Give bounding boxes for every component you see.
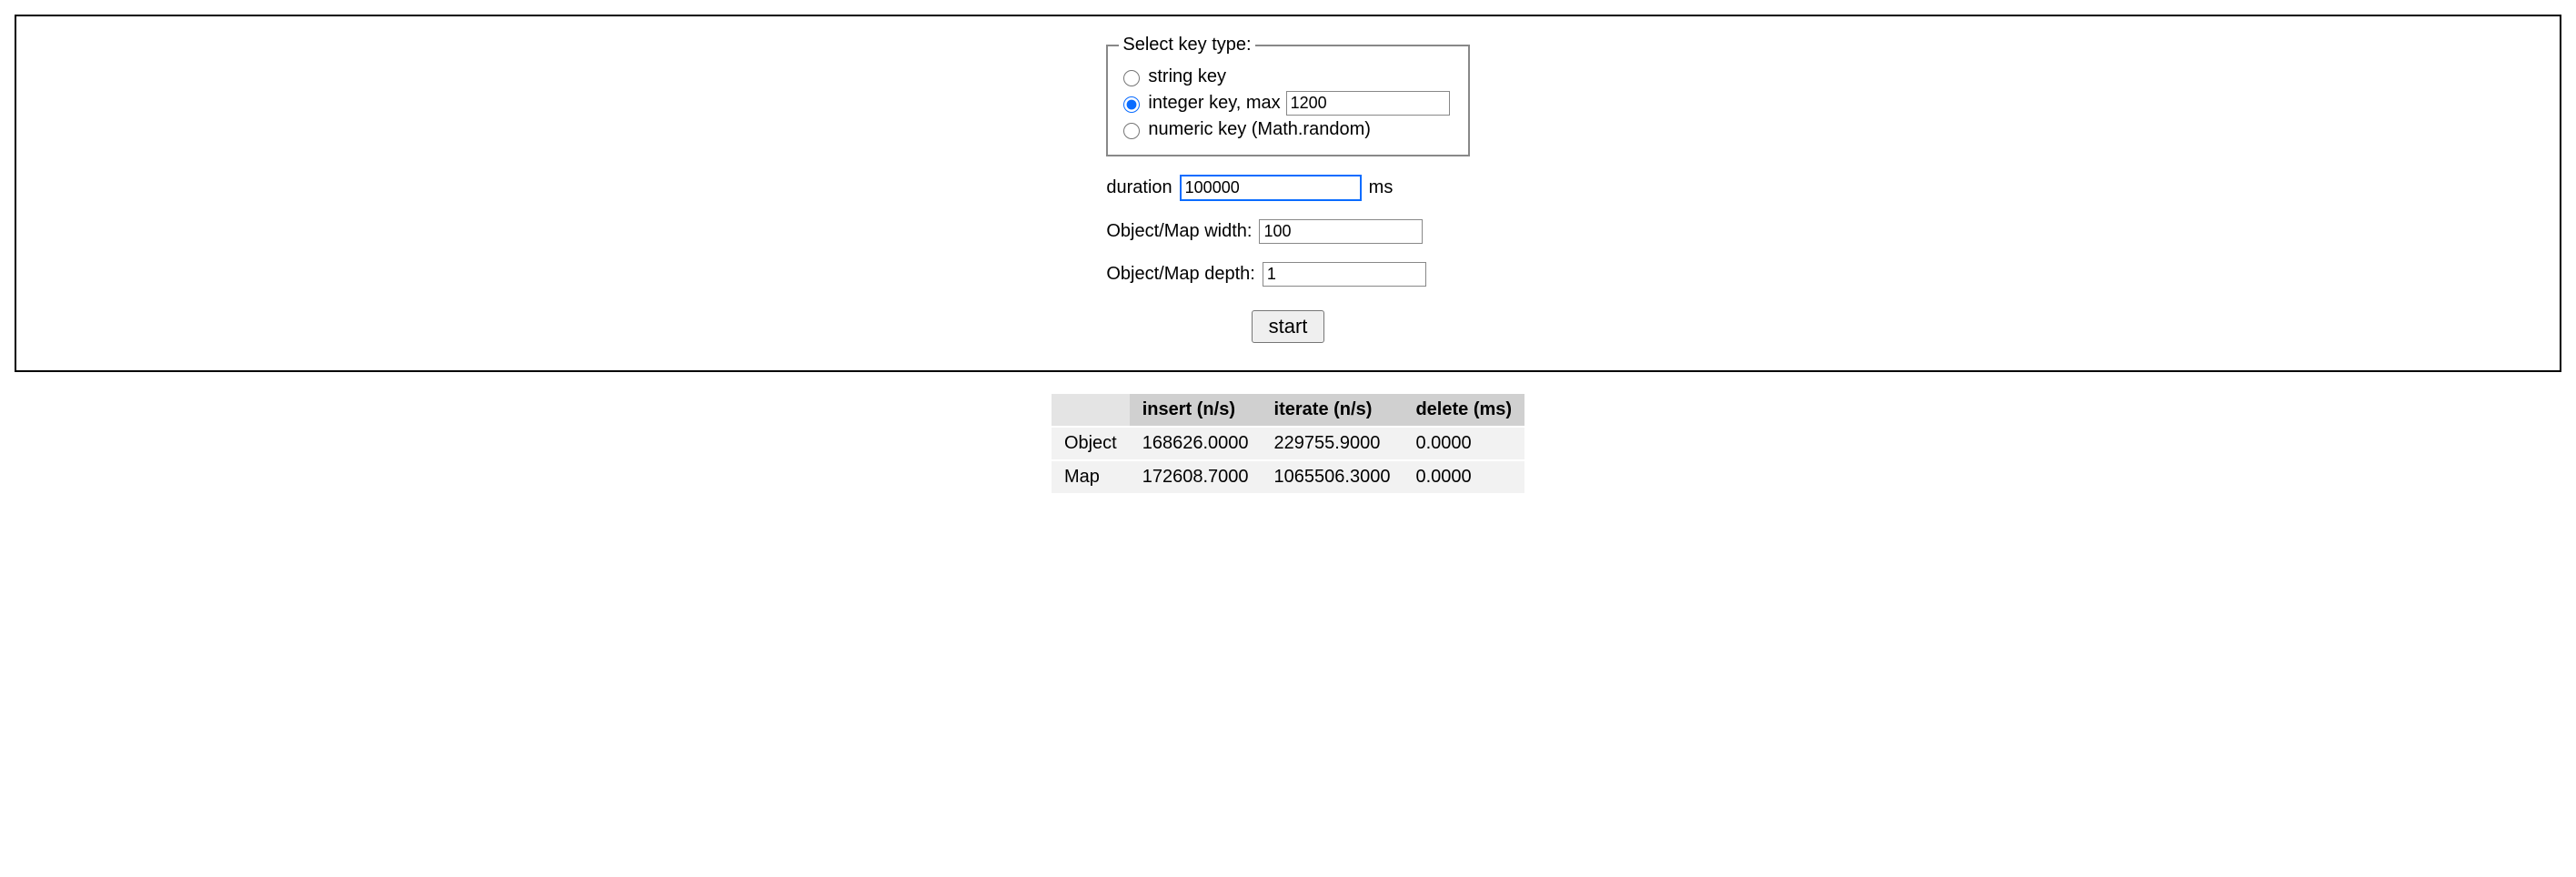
results-section: insert (n/s) iterate (n/s) delete (ms) O… bbox=[15, 394, 2561, 493]
row-label: Map bbox=[1052, 460, 1130, 493]
radio-row-integer: integer key, max bbox=[1119, 91, 1449, 116]
cell-iterate: 229755.9000 bbox=[1262, 427, 1404, 460]
table-row: Object 168626.0000 229755.9000 0.0000 bbox=[1052, 427, 1524, 460]
key-type-fieldset: Select key type: string key integer key,… bbox=[1106, 35, 1469, 156]
th-corner bbox=[1052, 394, 1130, 427]
radio-numeric-key[interactable] bbox=[1123, 123, 1140, 139]
depth-input[interactable] bbox=[1263, 262, 1426, 287]
radio-row-numeric: numeric key (Math.random) bbox=[1119, 119, 1449, 140]
radio-string-label: string key bbox=[1148, 66, 1226, 87]
cell-delete: 0.0000 bbox=[1403, 460, 1524, 493]
width-row: Object/Map width: bbox=[1106, 219, 1423, 244]
row-label: Object bbox=[1052, 427, 1130, 460]
radio-integer-label: integer key, max bbox=[1148, 93, 1280, 114]
start-wrap: start bbox=[1252, 310, 1325, 343]
results-table: insert (n/s) iterate (n/s) delete (ms) O… bbox=[1052, 394, 1524, 493]
config-inner: Select key type: string key integer key,… bbox=[1106, 35, 1469, 343]
th-iterate: iterate (n/s) bbox=[1262, 394, 1404, 427]
width-input[interactable] bbox=[1259, 219, 1423, 244]
radio-numeric-label: numeric key (Math.random) bbox=[1148, 119, 1371, 140]
cell-insert: 172608.7000 bbox=[1130, 460, 1262, 493]
radio-string-key[interactable] bbox=[1123, 70, 1140, 86]
duration-row: duration ms bbox=[1106, 175, 1393, 201]
key-type-legend: Select key type: bbox=[1119, 35, 1254, 55]
integer-max-input[interactable] bbox=[1286, 91, 1450, 116]
duration-label: duration bbox=[1106, 177, 1172, 198]
start-button[interactable]: start bbox=[1252, 310, 1325, 343]
depth-label: Object/Map depth: bbox=[1106, 264, 1254, 285]
cell-iterate: 1065506.3000 bbox=[1262, 460, 1404, 493]
duration-unit: ms bbox=[1369, 177, 1394, 198]
cell-delete: 0.0000 bbox=[1403, 427, 1524, 460]
duration-input[interactable] bbox=[1180, 175, 1362, 201]
radio-row-string: string key bbox=[1119, 66, 1449, 87]
width-label: Object/Map width: bbox=[1106, 221, 1252, 242]
table-row: Map 172608.7000 1065506.3000 0.0000 bbox=[1052, 460, 1524, 493]
config-panel: Select key type: string key integer key,… bbox=[15, 15, 2561, 372]
th-insert: insert (n/s) bbox=[1130, 394, 1262, 427]
cell-insert: 168626.0000 bbox=[1130, 427, 1262, 460]
th-delete: delete (ms) bbox=[1403, 394, 1524, 427]
radio-integer-key[interactable] bbox=[1123, 96, 1140, 113]
depth-row: Object/Map depth: bbox=[1106, 262, 1425, 287]
